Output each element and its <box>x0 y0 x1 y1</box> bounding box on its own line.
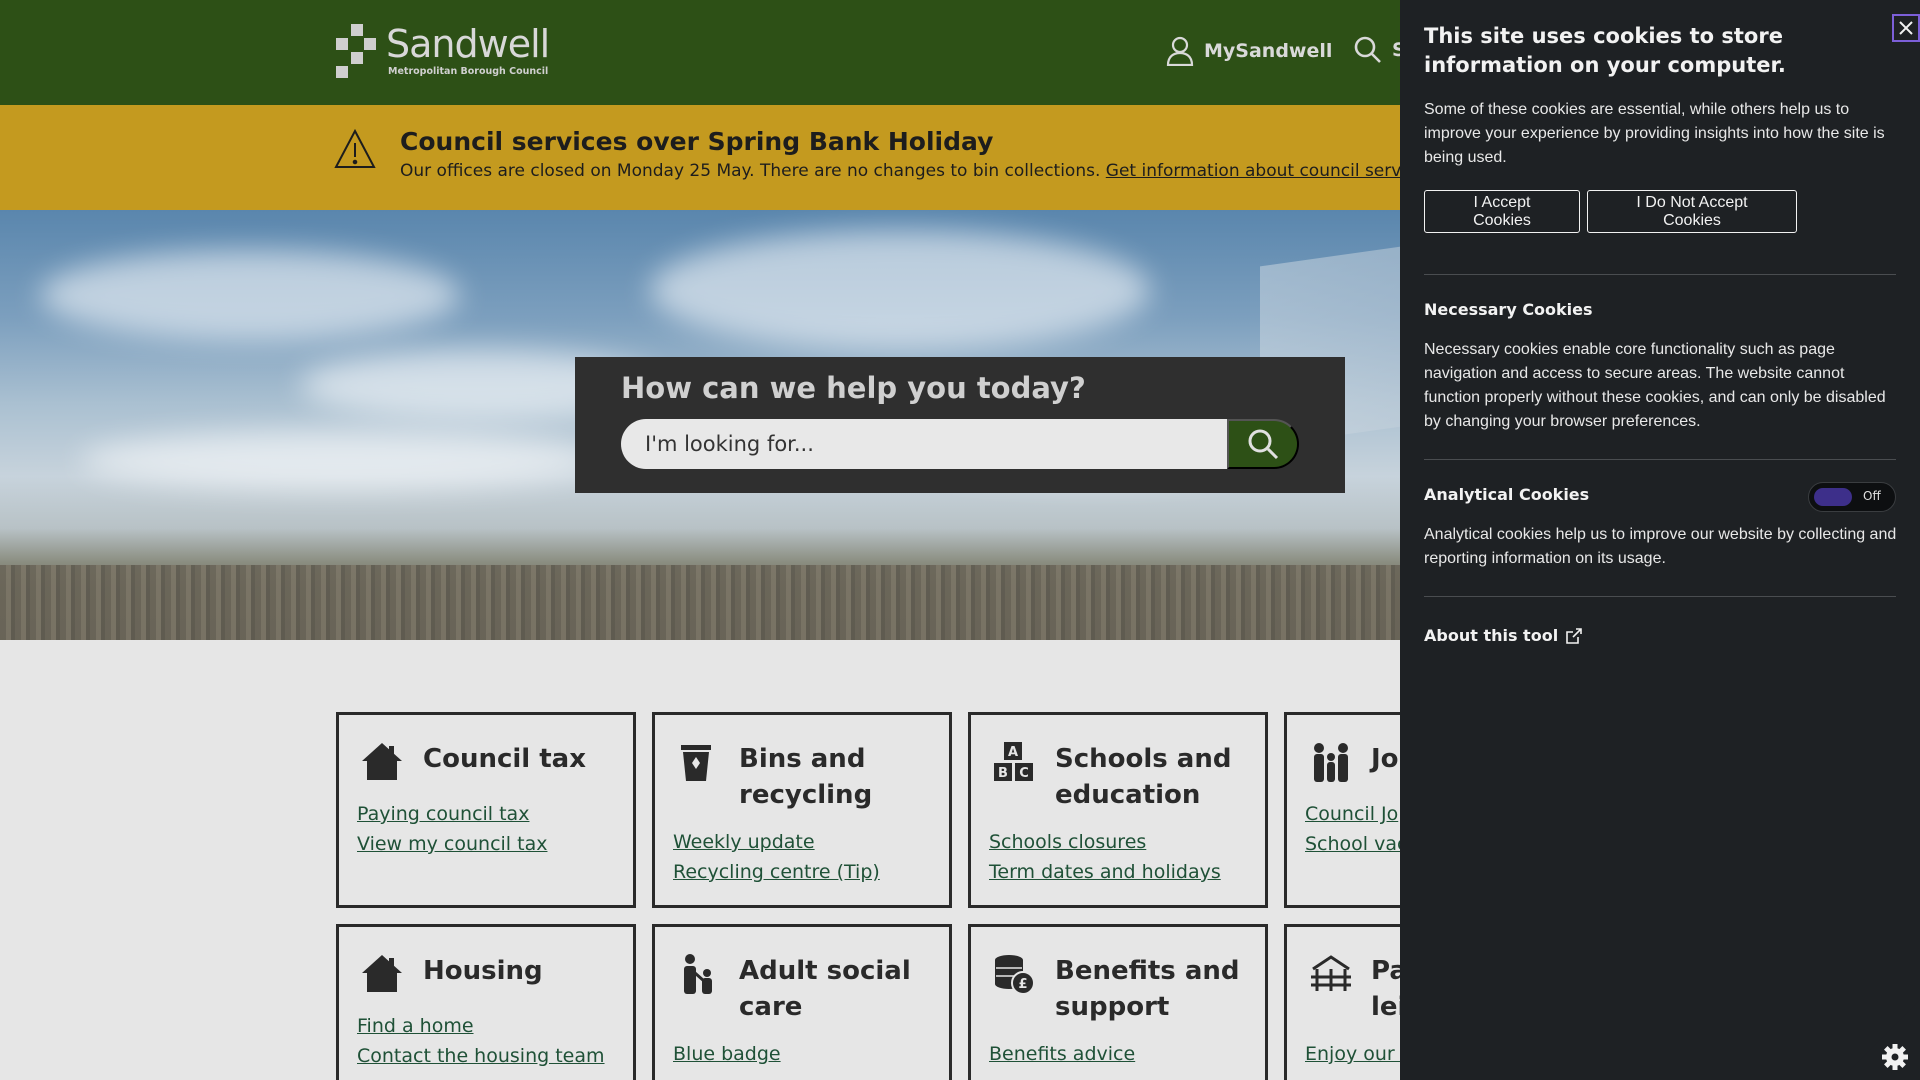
about-label: About this tool <box>1424 626 1559 645</box>
card-title: Adult social care <box>739 956 911 1022</box>
divider <box>1424 596 1896 597</box>
analytical-cookies-title: Analytical Cookies <box>1424 485 1590 504</box>
search-link[interactable]: S <box>1354 36 1406 64</box>
svg-text:£: £ <box>1018 977 1027 992</box>
svg-text:B: B <box>998 766 1008 781</box>
card-link[interactable]: Weekly update <box>673 827 880 857</box>
alert-text: Our offices are closed on Monday 25 May.… <box>400 161 1101 181</box>
svg-text:C: C <box>1019 766 1029 781</box>
alert-body: Our offices are closed on Monday 25 May.… <box>400 161 1461 181</box>
logo-name: Sandwell <box>386 22 550 66</box>
sandwell-logo[interactable]: Sandwell Metropolitan Borough Council <box>336 22 550 80</box>
card-link[interactable]: Recycling centre (Tip) <box>673 857 880 887</box>
card-link[interactable]: Benefits advice <box>989 1039 1135 1069</box>
cookie-settings-button[interactable] <box>1840 1000 1920 1080</box>
card-link[interactable]: View my council tax <box>357 829 547 859</box>
warning-icon <box>334 129 376 168</box>
coins-icon: £ <box>995 955 1035 995</box>
card-link[interactable]: School vac <box>1305 829 1407 859</box>
toggle-state-label: Off <box>1863 489 1881 503</box>
house-icon <box>362 743 402 780</box>
card-title: Benefits and support <box>1055 956 1240 1022</box>
card-bins-recycling: Bins and recycling Weekly update Recycli… <box>652 712 952 908</box>
cookie-corner-shape <box>1840 1000 1920 1080</box>
people-icon <box>1314 743 1348 782</box>
divider <box>1424 459 1896 460</box>
close-icon <box>1899 21 1913 35</box>
search-submit-button[interactable] <box>1227 419 1299 469</box>
search-icon <box>1354 36 1381 63</box>
card-adult-social-care: Adult social care Blue badge <box>652 924 952 1080</box>
card-title: Housing <box>423 956 543 986</box>
card-title: Council tax <box>423 744 586 774</box>
close-cookie-panel-button[interactable] <box>1892 14 1920 42</box>
mysandwell-link[interactable]: MySandwell <box>1166 36 1332 66</box>
user-icon <box>1166 36 1194 66</box>
logo-subtitle: Metropolitan Borough Council <box>388 66 549 77</box>
card-council-tax: Council tax Paying council tax View my c… <box>336 712 636 908</box>
toggle-knob <box>1814 488 1852 506</box>
necessary-cookies-body: Necessary cookies enable core functional… <box>1424 341 1886 430</box>
accept-cookies-button[interactable]: I Accept Cookies <box>1424 190 1580 233</box>
svg-text:A: A <box>1008 745 1018 760</box>
abc-blocks-icon: AB C <box>994 742 1033 781</box>
reject-cookies-button[interactable]: I Do Not Accept Cookies <box>1587 190 1797 233</box>
search-input[interactable] <box>621 419 1229 469</box>
mysandwell-label: MySandwell <box>1204 40 1333 62</box>
card-link[interactable]: Find a home <box>357 1011 605 1041</box>
bin-icon <box>681 745 711 781</box>
cookie-intro: Some of these cookies are essential, whi… <box>1424 101 1885 166</box>
card-title: Bins and recycling <box>739 744 873 810</box>
card-link[interactable]: Council Jo <box>1305 799 1407 829</box>
card-link[interactable]: Schools closures <box>989 827 1221 857</box>
analytical-cookies-toggle[interactable]: Off <box>1808 482 1896 512</box>
cookie-panel-title: This site uses cookies to store informat… <box>1424 24 1786 77</box>
card-link[interactable]: Paying council tax <box>357 799 547 829</box>
card-link[interactable]: Term dates and holidays <box>989 857 1221 887</box>
cookie-control-panel: This site uses cookies to store informat… <box>1400 0 1920 1080</box>
card-schools-education: ABC Schools and education Schools closur… <box>968 712 1268 908</box>
alert-title: Council services over Spring Bank Holida… <box>400 127 994 156</box>
help-search-box: How can we help you today? <box>575 357 1345 493</box>
help-question: How can we help you today? <box>621 371 1086 405</box>
card-housing: Housing Find a home Contact the housing … <box>336 924 636 1080</box>
card-benefits-support: £ Benefits and support Benefits advice <box>968 924 1268 1080</box>
logo-mark-icon <box>336 24 378 80</box>
card-link[interactable]: Contact the housing team <box>357 1041 605 1071</box>
house-icon <box>362 955 402 992</box>
carer-icon <box>684 954 712 994</box>
search-icon <box>1248 429 1279 460</box>
external-link-icon <box>1566 627 1582 644</box>
park-icon <box>1311 955 1351 991</box>
analytical-cookies-body: Analytical cookies help us to improve ou… <box>1424 526 1897 567</box>
card-link[interactable]: Enjoy our p <box>1305 1039 1413 1069</box>
card-link[interactable]: Blue badge <box>673 1039 781 1069</box>
divider <box>1424 274 1896 275</box>
card-title: Schools and education <box>1055 744 1232 810</box>
gear-icon <box>1882 1044 1908 1070</box>
necessary-cookies-title: Necessary Cookies <box>1424 300 1593 319</box>
about-this-tool-link[interactable]: About this tool <box>1424 626 1582 645</box>
